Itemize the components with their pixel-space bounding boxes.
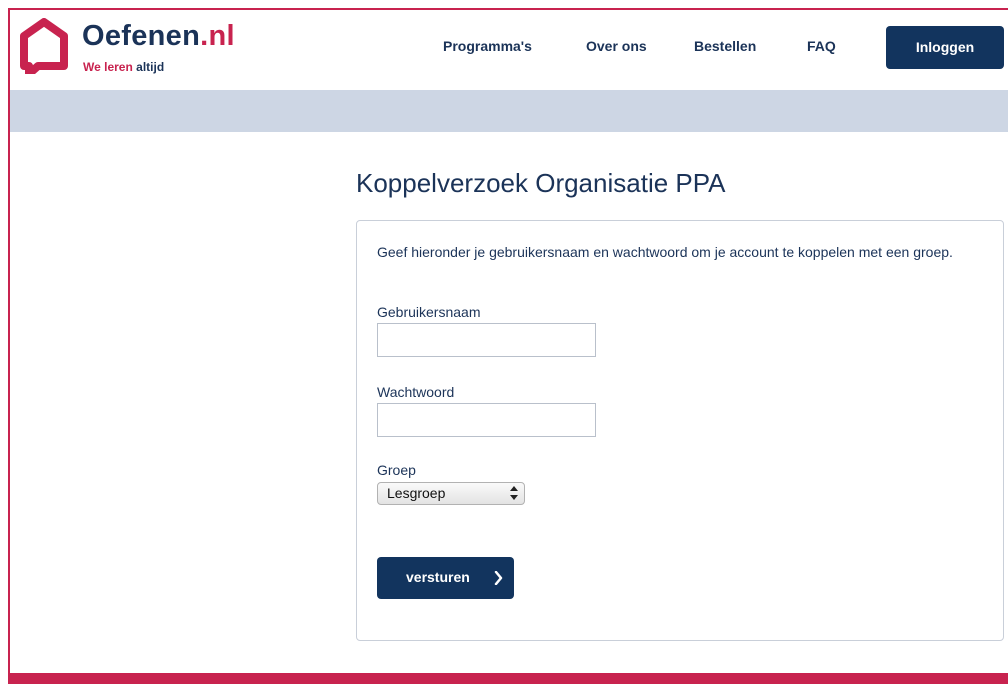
- page-title: Koppelverzoek Organisatie PPA: [356, 168, 726, 198]
- brand-name: Oefenen.nl: [82, 20, 235, 52]
- form-card: Geef hieronder je gebruikersnaam en wach…: [356, 220, 1004, 641]
- house-logo-icon: [20, 18, 68, 74]
- submit-button-label: versturen: [406, 569, 470, 585]
- site-header: Oefenen.nl We leren altijd Programma's O…: [10, 10, 1008, 90]
- group-label: Groep: [377, 462, 416, 478]
- group-select[interactable]: Lesgroep: [377, 482, 525, 505]
- nav-programmas[interactable]: Programma's: [443, 38, 532, 54]
- header-band: [10, 90, 1008, 132]
- submit-button[interactable]: versturen: [377, 557, 514, 599]
- group-select-value: Lesgroep: [387, 485, 446, 501]
- password-field[interactable]: [377, 403, 596, 437]
- username-field[interactable]: [377, 323, 596, 357]
- nav-over-ons[interactable]: Over ons: [586, 38, 647, 54]
- brand-tagline: We leren altijd: [83, 60, 165, 74]
- username-label: Gebruikersnaam: [377, 304, 481, 320]
- nav-faq[interactable]: FAQ: [807, 38, 836, 54]
- chevron-right-icon: [494, 571, 503, 585]
- select-arrows-icon: [510, 486, 518, 500]
- nav-bestellen[interactable]: Bestellen: [694, 38, 756, 54]
- footer-bar: [8, 673, 1008, 684]
- login-button[interactable]: Inloggen: [886, 26, 1004, 69]
- form-intro: Geef hieronder je gebruikersnaam en wach…: [377, 244, 953, 260]
- password-label: Wachtwoord: [377, 384, 455, 400]
